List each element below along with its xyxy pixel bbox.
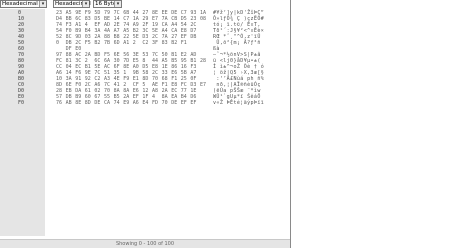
hex-byte-cell[interactable]: DB [190,34,196,40]
hex-byte-cell[interactable]: C2 [142,40,148,46]
hex-byte-cell[interactable]: 28 [200,58,206,64]
hex-byte-cell[interactable]: DE [171,100,177,106]
hex-byte-cell[interactable]: 74 [114,100,120,106]
hex-byte-cell[interactable]: B2 [171,40,177,46]
hex-byte-cell[interactable]: E7 [200,82,206,88]
toolbar: Hexadecimal ▾ Hexadecimal ▾ 16 Bytes ▾ [0,0,474,9]
hex-grid: 0 10 20 30 40 50 60 70 80 90 A0 B0 C0 D0 E0 F0 23 A5 9E F9… [0,9,290,236]
hex-byte-cell[interactable]: F1 [181,40,187,46]
hex-byte-cell[interactable]: E9 [123,100,129,106]
hex-byte-cell[interactable]: 08 [200,16,206,22]
hex-byte-cell[interactable]: 70 [162,100,168,106]
hex-byte-cell[interactable]: 3F [152,40,158,46]
hex-byte-cell[interactable]: B2 [94,40,100,46]
vertical-scrollbar[interactable] [290,0,291,248]
offset-column: 0 10 20 30 40 50 60 70 80 90 A0 B0 C0 D0 E0 F0 [0,9,45,236]
hex-byte-cell[interactable]: A6 [133,100,139,106]
offset-format-value: Hexadecimal [2,1,38,7]
hex-byte-cell[interactable]: 6D [114,40,120,46]
hex-byte-cell[interactable]: 7B [104,40,110,46]
hex-byte-cell[interactable]: 8D [85,100,91,106]
hex-byte-cell[interactable]: 8E [75,100,81,106]
offset-format-select[interactable]: Hexadecimal ▾ [0,0,47,8]
hex-byte-cell[interactable]: DE [94,100,100,106]
hex-byte-cell[interactable]: 76 [56,100,62,106]
hex-byte-cell[interactable]: EF [190,100,196,106]
chevron-down-icon: ▾ [39,1,46,7]
hex-byte-cell[interactable]: FD [152,100,158,106]
chevron-down-icon: ▾ [114,1,121,7]
chevron-down-icon: ▾ [82,1,89,7]
hex-byte-cell[interactable]: 83 [162,40,168,46]
hex-byte-cell[interactable]: F5 [85,40,91,46]
row-offset: F0 [18,100,25,106]
hex-byte-cell[interactable]: 0 [56,40,59,46]
data-format-select[interactable]: Hexadecimal ▾ [53,0,91,8]
hex-byte-cell[interactable]: EF [181,100,187,106]
hex-byte-cell[interactable]: E4 [142,100,148,106]
bytes-per-row-select[interactable]: 16 Bytes ▾ [93,0,122,8]
hex-byte-cell[interactable]: A1 [123,40,129,46]
hex-byte-cell[interactable]: AB [66,100,72,106]
hex-byte-cell[interactable]: 2 [133,40,136,46]
status-text: Showing 0 - 100 of 100 [115,241,175,247]
status-bar: Showing 0 - 100 of 100 [0,239,290,248]
hex-byte-cell[interactable]: CA [104,100,110,106]
text-preview-cell[interactable]: v«Ž ÞÊté¦äýpÞïï [213,100,264,106]
